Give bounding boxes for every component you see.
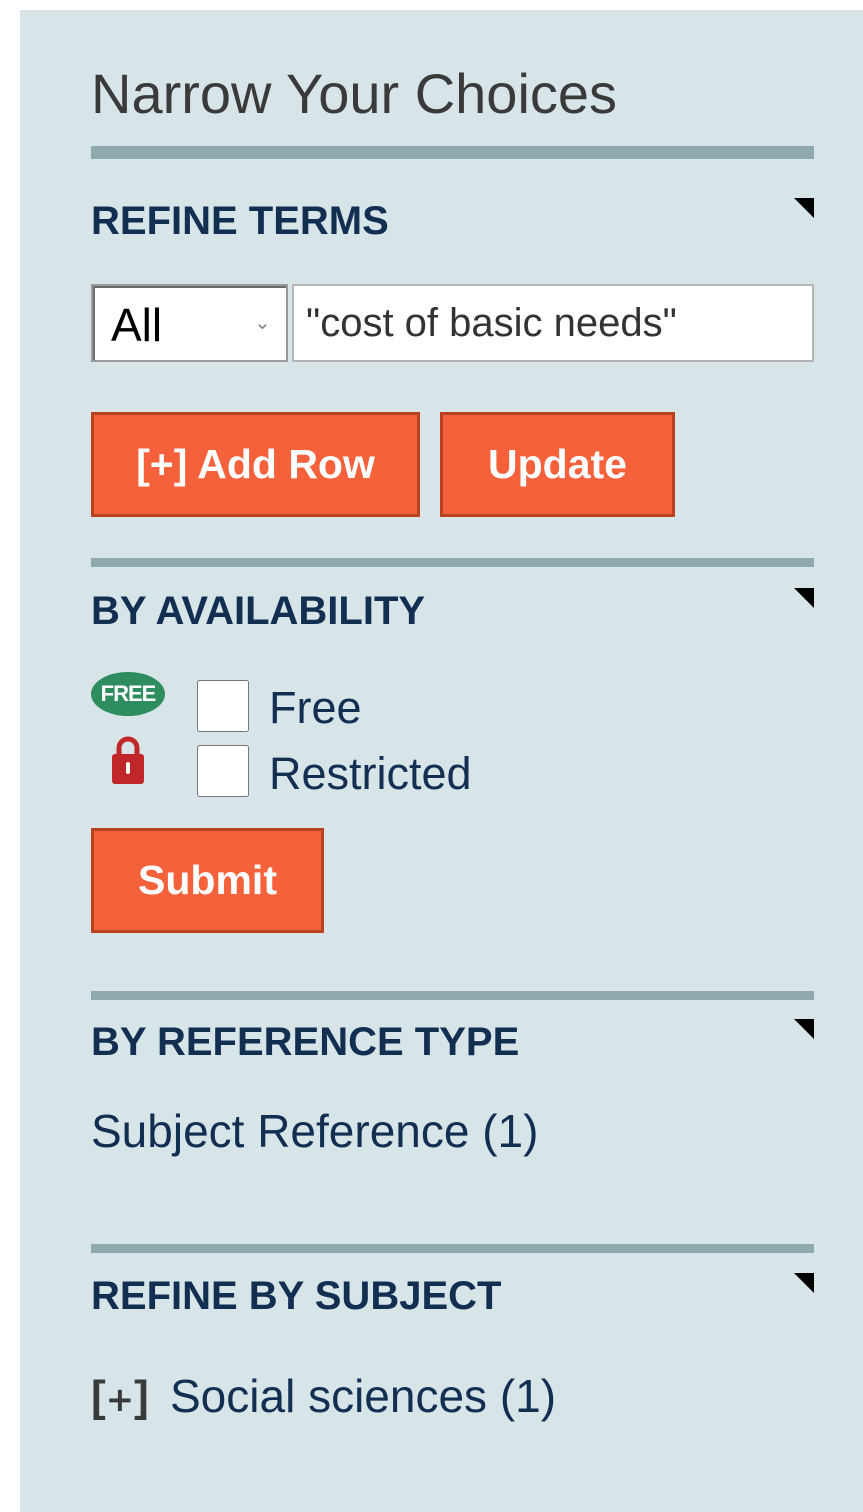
add-row-button[interactable]: [+] Add Row [91,412,420,517]
restricted-checkbox[interactable] [197,745,249,797]
lock-icon [112,736,144,784]
expand-plus-icon[interactable]: [+] [91,1372,149,1425]
restricted-checkbox-label[interactable]: Restricted [269,749,472,799]
chevron-down-icon: ⌄ [254,312,271,334]
availability-heading: BY AVAILABILITY [91,589,426,633]
search-terms-input[interactable] [292,284,814,362]
update-button[interactable]: Update [440,412,675,517]
field-select-value: All [111,299,163,351]
refine-terms-heading: REFINE TERMS [91,199,389,243]
field-select[interactable]: All ⌄ [91,284,288,362]
free-badge-icon: FREE [91,672,165,716]
reference-type-heading: BY REFERENCE TYPE [91,1020,520,1064]
panel-title: Narrow Your Choices [91,62,618,125]
facet-link-subject-reference[interactable]: Subject Reference (1) [91,1105,538,1157]
section-divider [91,1244,814,1253]
free-checkbox-label[interactable]: Free [269,683,362,733]
submit-button[interactable]: Submit [91,828,324,933]
title-divider [91,146,814,159]
subject-heading: REFINE BY SUBJECT [91,1274,502,1318]
free-checkbox[interactable] [197,680,249,732]
section-divider [91,558,814,567]
facet-link-social-sciences[interactable]: Social sciences (1) [170,1370,556,1422]
section-divider [91,991,814,1000]
